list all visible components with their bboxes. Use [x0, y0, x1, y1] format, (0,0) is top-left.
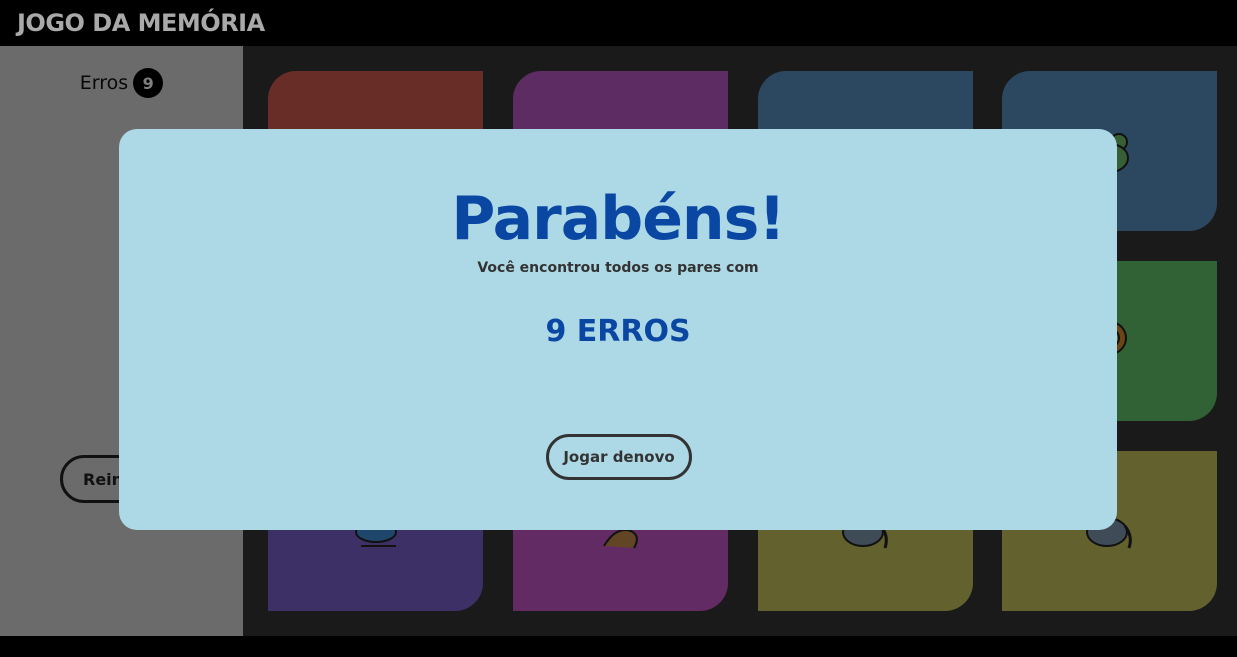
- top-bar: JOGO DA MEMÓRIA: [0, 0, 1237, 46]
- modal-score: 9 ERROS: [545, 314, 691, 349]
- modal-subtitle: Você encontrou todos os pares com: [477, 260, 759, 276]
- play-again-button[interactable]: Jogar denovo: [546, 434, 692, 480]
- modal-title: Parabéns!: [451, 184, 785, 254]
- bottom-bar: [0, 636, 1237, 657]
- congratulations-modal: Parabéns! Você encontrou todos os pares …: [119, 129, 1117, 530]
- app-title: JOGO DA MEMÓRIA: [17, 9, 265, 37]
